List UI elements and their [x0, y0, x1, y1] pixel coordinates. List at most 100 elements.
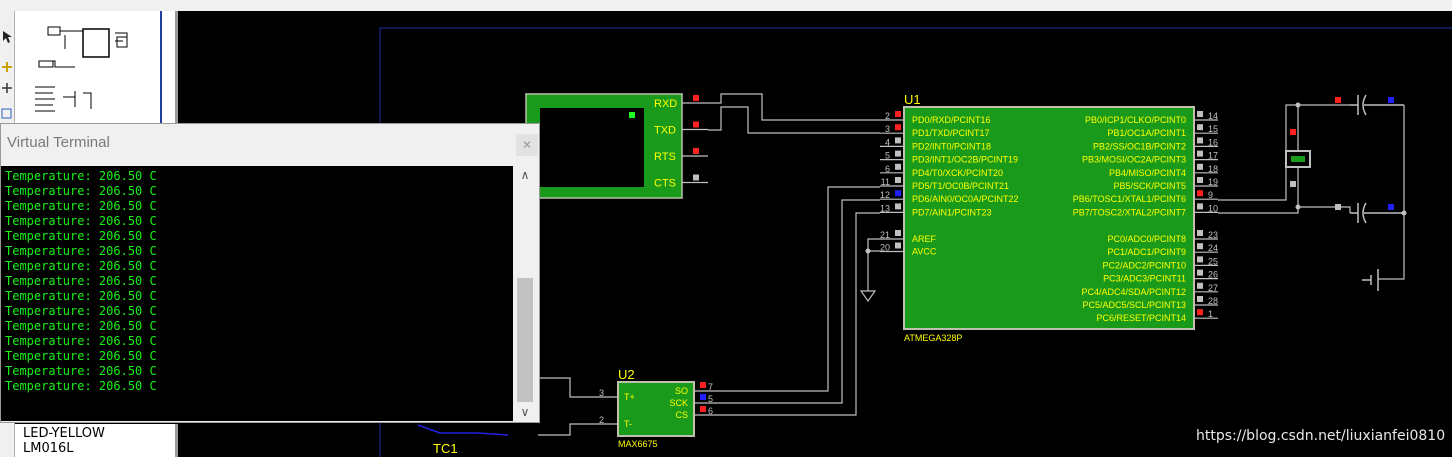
terminal-line: Temperature: 206.50 C — [5, 334, 157, 348]
overview-panel[interactable] — [15, 11, 178, 126]
junction-icon — [2, 83, 12, 93]
u1-pin-number: 12 — [880, 190, 890, 200]
component-icon — [2, 62, 12, 72]
u1-pin-number: 4 — [885, 137, 890, 147]
pin-state-marker — [1388, 97, 1394, 103]
virtual-terminal-title: Virtual Terminal — [7, 134, 110, 151]
u1-pin-number: 11 — [881, 177, 890, 187]
terminal-pin-label: RXD — [654, 98, 677, 110]
virtual-terminal-window[interactable]: Virtual Terminal ✕ Temperature: 206.50 C… — [0, 123, 540, 423]
pin-state-marker — [895, 137, 901, 144]
u1-pin-name: PB7/TOSC2/XTAL2/PCINT7 — [1073, 207, 1186, 217]
u1-ref-label: U1 — [904, 92, 921, 107]
close-button[interactable]: ✕ — [516, 134, 538, 156]
junction-dot — [865, 248, 871, 254]
pin-state-marker — [895, 150, 901, 157]
wire — [538, 377, 594, 398]
u2-part-label: MAX6675 — [618, 439, 658, 449]
pin-state-marker — [1197, 177, 1203, 183]
u1-pin-name: PD0/RXD/PCINT16 — [912, 115, 991, 125]
pin-state-marker — [1335, 204, 1341, 210]
u1-pin-number: 1 — [1208, 309, 1213, 319]
pin-state-marker — [693, 174, 699, 181]
overview-thumbnail — [35, 11, 162, 123]
u1-pin-name: PC5/ADC5/SCL/PCINT13 — [1082, 300, 1186, 310]
u1-pin-number: 25 — [1208, 256, 1218, 266]
u1-pin-number: 24 — [1208, 243, 1218, 253]
u1-pin-name: PC3/ADC3/PCINT11 — [1103, 274, 1186, 284]
u2-pin-name: SO — [675, 386, 688, 396]
pin-state-marker — [1197, 296, 1203, 302]
u1-pin-number: 26 — [1208, 270, 1218, 280]
terminal-pin-label: CTS — [654, 178, 676, 190]
pin-state-marker — [693, 121, 699, 128]
pin-state-marker — [1197, 150, 1203, 157]
pin-state-marker — [1197, 124, 1203, 131]
wire — [1218, 207, 1299, 214]
u1-pin-number: 2 — [885, 111, 890, 121]
u1-pin-number: 19 — [1208, 177, 1218, 187]
pin-state-marker — [1197, 190, 1203, 197]
device-item-led-yellow[interactable]: LED-YELLOW — [23, 427, 105, 440]
u1-part-label: ATMEGA328P — [904, 333, 962, 343]
scroll-up-icon[interactable]: ∧ — [514, 166, 536, 184]
thermocouple-lead — [417, 424, 509, 436]
scrollbar-thumb[interactable] — [517, 278, 533, 402]
terminal-pin-label: TXD — [654, 125, 676, 137]
terminal-scrollbar[interactable]: ∧ ∨ — [514, 166, 536, 421]
u1-pin-number: 18 — [1208, 164, 1218, 174]
pin-state-marker — [895, 203, 901, 210]
u1-pin-name: PC0/ADC0/PCINT8 — [1107, 234, 1186, 244]
u1-pin-name: PC1/ADC1/PCINT9 — [1107, 247, 1186, 257]
pin-state-marker — [1197, 163, 1203, 170]
u1-pin-name: PB4/MISO/PCINT4 — [1109, 168, 1186, 178]
capacitor-c1 — [1350, 94, 1404, 116]
u2-pin-number: 5 — [708, 394, 713, 404]
u2-pin-name: SCK — [669, 398, 688, 408]
pin-state-marker — [700, 406, 706, 412]
u1-pin-name: PB6/TOSC1/XTAL1/PCINT6 — [1073, 194, 1186, 204]
u1-pin-number: 13 — [880, 203, 890, 213]
scroll-down-icon[interactable]: ∨ — [514, 403, 536, 421]
u1-pin-name: PD1/TXD/PCINT17 — [912, 128, 990, 138]
terminal-line: Temperature: 206.50 C — [5, 229, 157, 243]
u1-pin-number: 9 — [1208, 190, 1213, 200]
label-icon — [1, 108, 12, 119]
terminal-screen[interactable]: Temperature: 206.50 C Temperature: 206.50… — [1, 166, 513, 421]
wire — [718, 212, 880, 416]
u1-pin-number: 23 — [1208, 230, 1218, 240]
u1-pin-name: PB2/SS/OC1B/PCINT2 — [1093, 141, 1186, 151]
terminal-line: Temperature: 206.50 C — [5, 244, 157, 258]
pin-state-marker — [1197, 282, 1203, 289]
pin-state-marker — [895, 242, 901, 249]
u1-pin-number: 16 — [1208, 137, 1218, 147]
u1-pin-name: PB5/SCK/PCINT5 — [1113, 181, 1186, 191]
pin-state-marker — [1197, 269, 1203, 276]
u1-pin-name: PC2/ADC2/PCINT10 — [1102, 260, 1186, 270]
pin-state-marker — [693, 95, 699, 101]
u1-pin-name: PD2/INT0/PCINT18 — [912, 141, 991, 151]
junction-dot — [1401, 210, 1407, 216]
u1-pin-number: 3 — [885, 124, 890, 134]
pin-state-marker — [1197, 243, 1203, 250]
pin-state-marker — [895, 230, 901, 236]
device-item-lm016l[interactable]: LM016L — [23, 442, 74, 455]
pin-state-marker — [1197, 111, 1203, 117]
u1-pin-name: PC4/ADC4/SDA/PCINT12 — [1081, 287, 1186, 297]
tc1-ref-label: TC1 — [433, 441, 458, 456]
u1-pin-number: 14 — [1208, 111, 1218, 121]
toolbar-icons[interactable] — [0, 11, 14, 131]
watermark: https://blog.csdn.net/liuxianfei0810 — [1196, 428, 1446, 444]
u1-pin-number: 15 — [1208, 124, 1218, 134]
u1-pin-number: 17 — [1208, 151, 1218, 161]
u1-pin-name: PD3/INT1/OC2B/PCINT19 — [912, 155, 1018, 165]
junction-dot — [1295, 204, 1301, 210]
terminal-output: Temperature: 206.50 C Temperature: 206.50… — [5, 169, 157, 394]
u2-pin-name: T- — [624, 419, 632, 429]
terminal-line: Temperature: 206.50 C — [5, 169, 157, 183]
u1-pin-number: 5 — [885, 151, 890, 161]
ground-symbol — [859, 290, 877, 303]
u1-pin-name: PD5/T1/OC0B/PCINT21 — [912, 181, 1009, 191]
pin-state-marker — [1335, 97, 1341, 103]
device-list[interactable]: LED-YELLOW LM016L — [15, 424, 178, 457]
